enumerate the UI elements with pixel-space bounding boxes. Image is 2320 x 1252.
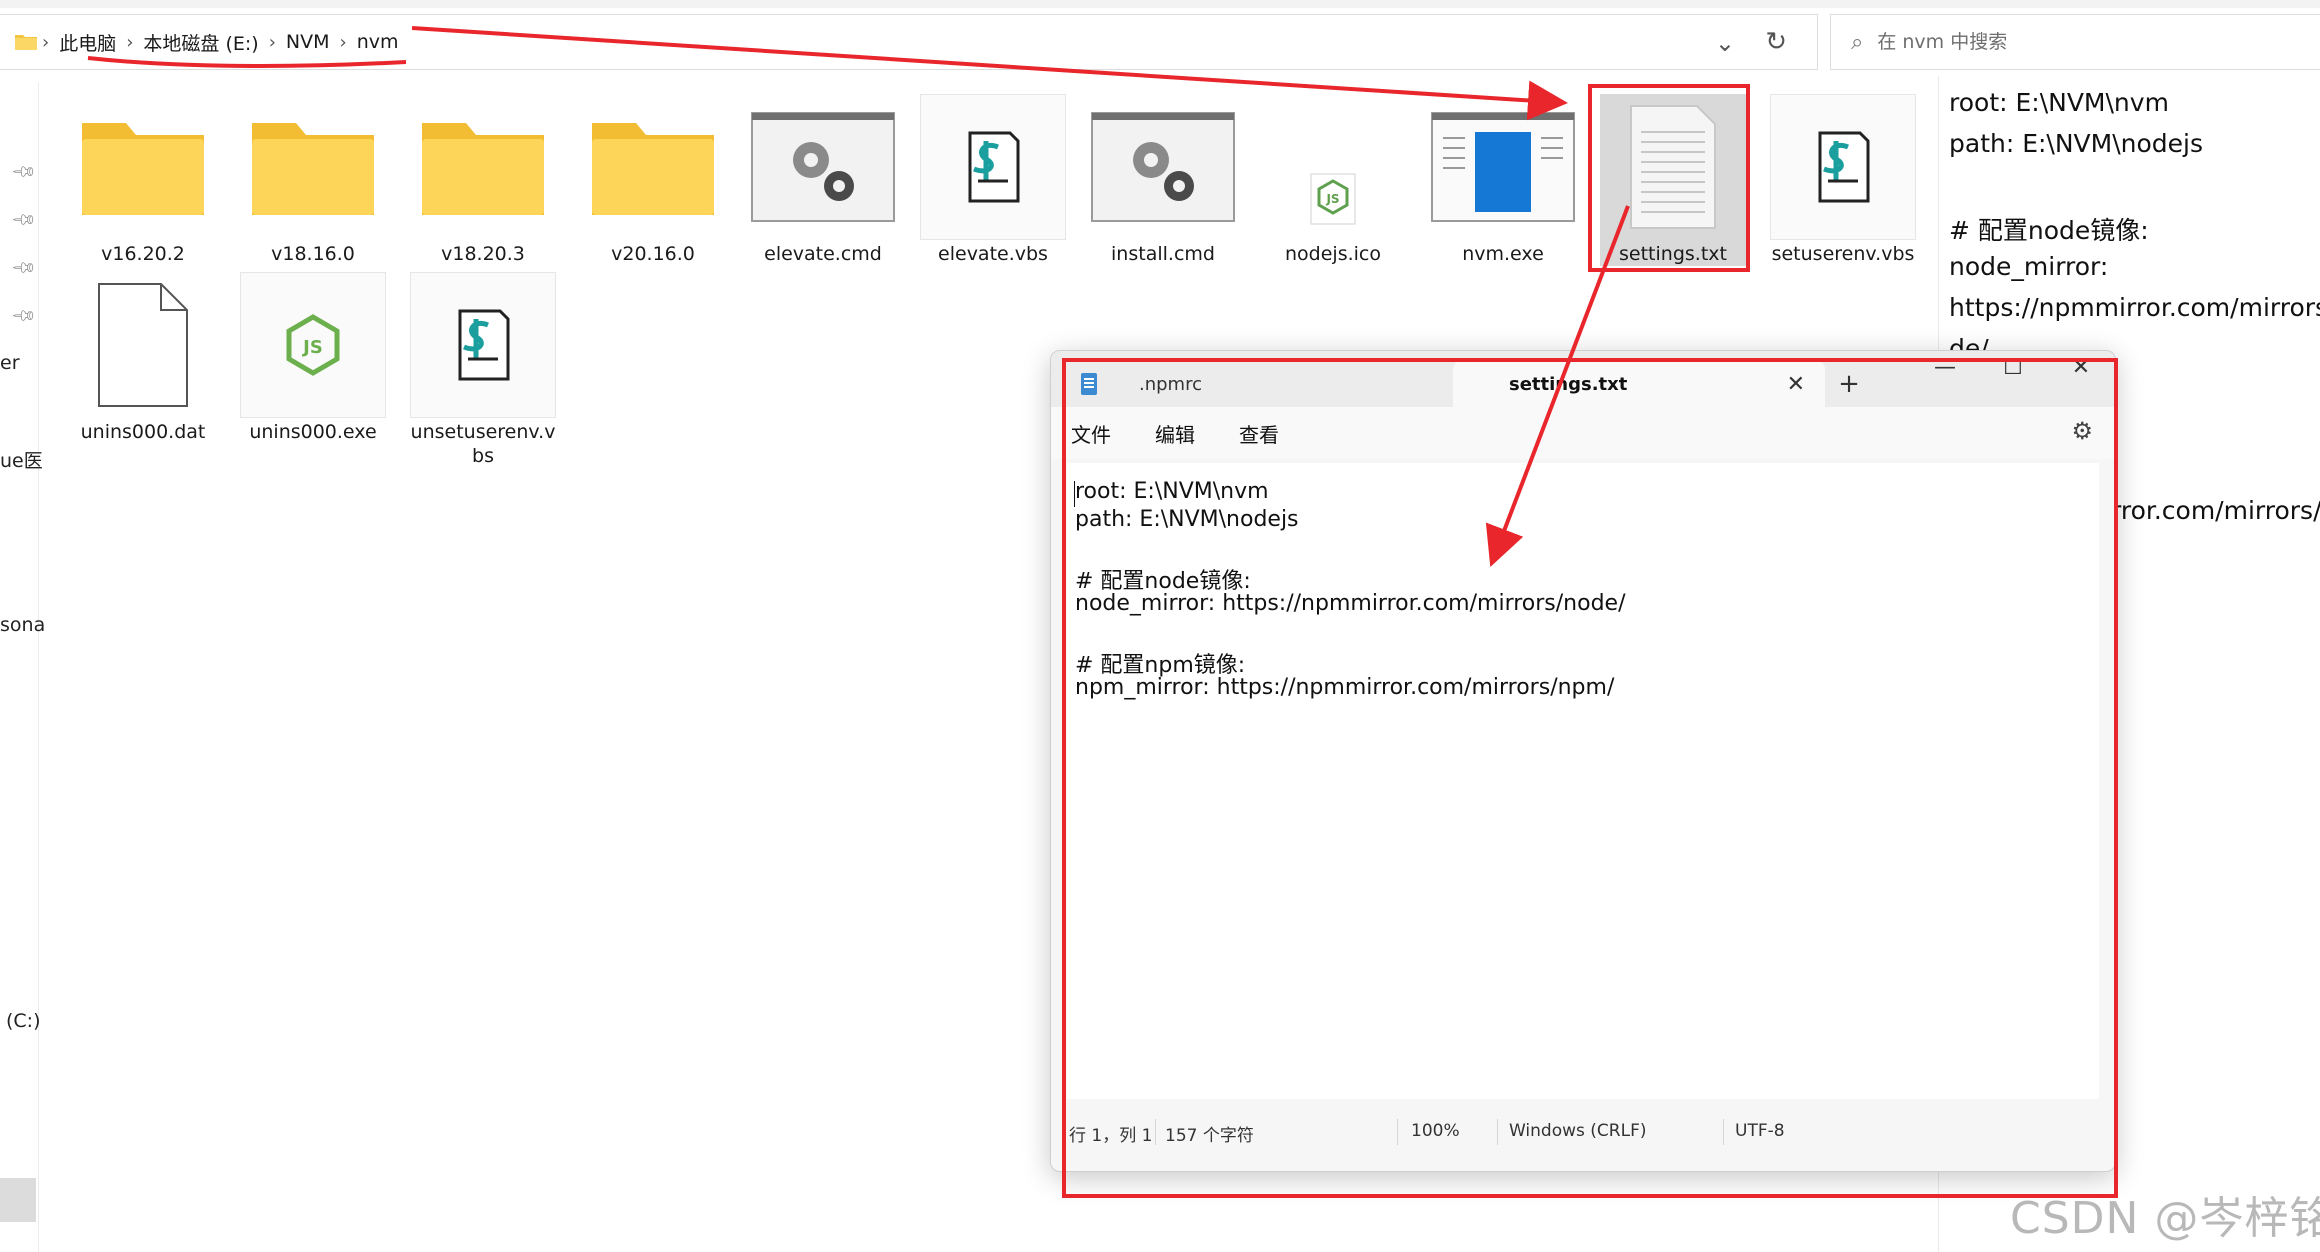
pin-icon[interactable]: 📌︎ [10,302,38,330]
nav-item[interactable]: er [0,352,20,374]
chevron-right-icon: › [42,31,50,53]
nav-item[interactable]: ue医 [0,446,43,473]
file-item-unsetuserenv-vbs[interactable]: unsetuserenv.vbs [410,272,556,468]
file-name: unins000.dat [80,421,206,443]
exe-window-icon [1430,94,1576,240]
file-item-elevate-cmd[interactable]: elevate.cmd [750,94,896,266]
folder-icon [580,94,726,240]
pin-icon[interactable]: 📌︎ [10,254,38,282]
file-item-install-cmd[interactable]: install.cmd [1090,94,1236,266]
nav-item-selected[interactable] [0,1178,36,1222]
file-name: unins000.exe [249,421,377,443]
file-name: v18.16.0 [271,243,355,265]
refresh-icon[interactable]: ↻ [1765,27,1787,57]
pin-icon[interactable]: 📌︎ [10,158,38,186]
vbs-script-icon [920,94,1066,240]
search-box[interactable]: ⌕ [1830,14,2320,70]
chevron-right-icon: › [126,31,134,53]
file-item-setuserenv-vbs[interactable]: setuserenv.vbs [1770,94,1916,266]
preview-line: root: E:\NVM\nvm [1949,88,2169,117]
search-input[interactable] [1875,30,2280,54]
preview-line: rror.com/mirrors/n [2111,496,2320,525]
file-name: setuserenv.vbs [1771,243,1915,265]
address-bar[interactable]: › 此电脑 › 本地磁盘 (E:) › NVM › nvm ⌄ ↻ [0,14,1818,70]
folder-icon [15,35,37,50]
file-item-nvm-exe[interactable]: nvm.exe [1430,94,1576,266]
watermark: CSDN @岑梓铭 [2010,1193,2320,1244]
file-item-elevate-vbs[interactable]: elevate.vbs [920,94,1066,266]
file-name: elevate.cmd [764,243,882,265]
file-item-v16[interactable]: v16.20.2 [70,94,216,266]
file-name: elevate.vbs [938,243,1048,265]
nav-item[interactable]: sona [0,614,45,636]
pin-icon[interactable]: 📌︎ [10,206,38,234]
breadcrumb-nvm-parent[interactable]: NVM [286,31,330,53]
breadcrumb-drive-e[interactable]: 本地磁盘 (E:) [143,29,258,56]
file-name: nvm.exe [1462,243,1544,265]
folder-icon [70,94,216,240]
search-icon: ⌕ [1851,29,1864,55]
file-name: v18.20.3 [441,243,525,265]
breadcrumb-this-pc[interactable]: 此电脑 [59,29,116,56]
vbs-script-icon [1770,94,1916,240]
file-item-unins-exe[interactable]: JS unins000.exe [240,272,386,444]
window-top-strip [0,0,2320,8]
annotation-box-notepad [1062,358,2118,1198]
file-item-v18-20[interactable]: v18.20.3 [410,94,556,266]
file-item-v18-16[interactable]: v18.16.0 [240,94,386,266]
folder-icon [410,94,556,240]
chevron-down-icon[interactable]: ⌄ [1715,29,1735,57]
chevron-right-icon: › [339,31,347,53]
breadcrumb-nvm-current[interactable]: nvm [357,31,399,53]
navigation-pane: 📌︎ 📌︎ 📌︎ 📌︎ er ue医 sona (C:) [0,82,45,1252]
cmd-gear-icon [1090,94,1236,240]
file-name: v16.20.2 [101,243,185,265]
file-item-unins-dat[interactable]: unins000.dat [70,272,216,444]
file-name: unsetuserenv.vbs [410,421,556,467]
file-name: nodejs.ico [1285,243,1381,265]
svg-text:JS: JS [1325,192,1339,206]
nodejs-icon: JS [1260,94,1406,240]
annotation-box-settings [1588,84,1750,272]
nav-item-drive-c[interactable]: (C:) [6,1010,41,1032]
folder-icon [240,94,386,240]
preview-line: https://npmmirror.com/mirrors/n [1949,293,2320,322]
svg-text:JS: JS [301,337,323,358]
file-item-nodejs-ico[interactable]: JS nodejs.ico [1260,94,1406,266]
chevron-right-icon: › [268,31,276,53]
nodejs-icon: JS [240,272,386,418]
blank-file-icon [70,272,216,418]
preview-line: node_mirror: [1949,252,2109,281]
file-item-v20[interactable]: v20.16.0 [580,94,726,266]
preview-line: # 配置node镜像: [1949,216,2149,245]
file-name: install.cmd [1111,243,1215,265]
preview-line: path: E:\NVM\nodejs [1949,129,2204,158]
vbs-script-icon [410,272,556,418]
file-name: v20.16.0 [611,243,695,265]
cmd-gear-icon [750,94,896,240]
